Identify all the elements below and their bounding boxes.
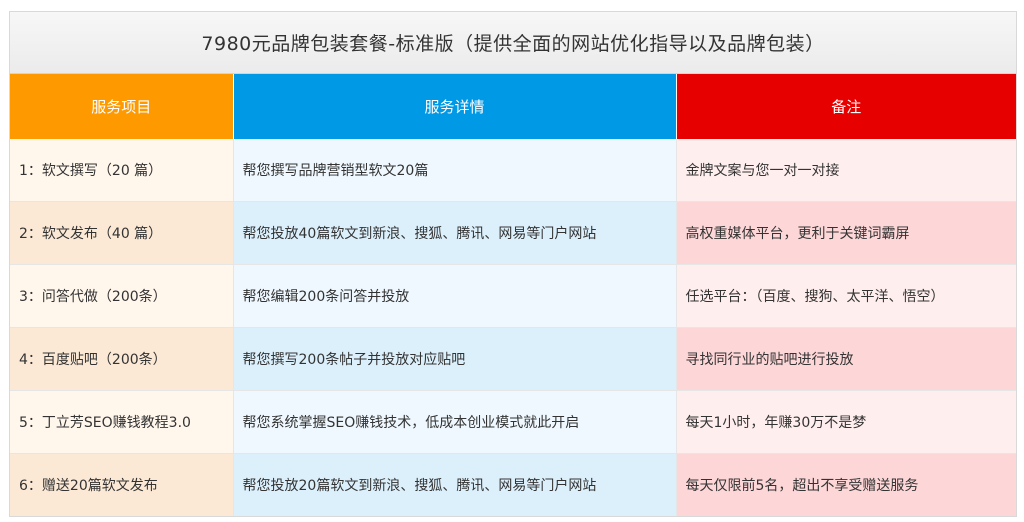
- package-table-container: 7980元品牌包装套餐-标准版（提供全面的网站优化指导以及品牌包装） 服务项目 …: [9, 11, 1017, 517]
- table-row: 4：百度贴吧（200条） 帮您撰写200条帖子并投放对应贴吧 寻找同行业的贴吧进…: [10, 327, 1016, 391]
- table-row: 5：丁立芳SEO赚钱教程3.0 帮您系统掌握SEO赚钱技术，低成本创业模式就此开…: [10, 390, 1016, 454]
- table-row: 6：赠送20篇软文发布 帮您投放20篇软文到新浪、搜狐、腾讯、网易等门户网站 每…: [10, 453, 1016, 516]
- remark-cell: 每天仅限前5名，超出不享受赠送服务: [676, 453, 1016, 516]
- remark-cell: 金牌文案与您一对一对接: [676, 139, 1016, 202]
- service-item-cell: 5：丁立芳SEO赚钱教程3.0: [10, 390, 234, 454]
- package-title: 7980元品牌包装套餐-标准版（提供全面的网站优化指导以及品牌包装）: [10, 12, 1016, 74]
- remark-cell: 每天1小时，年赚30万不是梦: [676, 390, 1016, 454]
- service-detail-cell: 帮您撰写200条帖子并投放对应贴吧: [233, 327, 677, 391]
- service-detail-cell: 帮您投放20篇软文到新浪、搜狐、腾讯、网易等门户网站: [233, 453, 677, 516]
- header-row: 服务项目 服务详情 备注: [10, 74, 1016, 139]
- remark-cell: 任选平台：（百度、搜狗、太平洋、悟空）: [676, 264, 1016, 328]
- table-row: 1：软文撰写（20 篇） 帮您撰写品牌营销型软文20篇 金牌文案与您一对一对接: [10, 139, 1016, 202]
- remark-cell: 寻找同行业的贴吧进行投放: [676, 327, 1016, 391]
- table-row: 2：软文发布（40 篇） 帮您投放40篇软文到新浪、搜狐、腾讯、网易等门户网站 …: [10, 201, 1016, 265]
- service-detail-cell: 帮您系统掌握SEO赚钱技术，低成本创业模式就此开启: [233, 390, 677, 454]
- service-detail-cell: 帮您投放40篇软文到新浪、搜狐、腾讯、网易等门户网站: [233, 201, 677, 265]
- service-table: 服务项目 服务详情 备注 1：软文撰写（20 篇） 帮您撰写品牌营销型软文20篇…: [10, 74, 1016, 516]
- header-service-detail: 服务详情: [233, 74, 677, 139]
- service-item-cell: 2：软文发布（40 篇）: [10, 201, 234, 265]
- header-service-item: 服务项目: [10, 74, 234, 139]
- table-row: 3：问答代做（200条） 帮您编辑200条问答并投放 任选平台：（百度、搜狗、太…: [10, 264, 1016, 328]
- service-item-cell: 4：百度贴吧（200条）: [10, 327, 234, 391]
- header-remark: 备注: [676, 74, 1016, 139]
- service-item-cell: 6：赠送20篇软文发布: [10, 453, 234, 516]
- service-detail-cell: 帮您编辑200条问答并投放: [233, 264, 677, 328]
- service-detail-cell: 帮您撰写品牌营销型软文20篇: [233, 139, 677, 202]
- service-item-cell: 3：问答代做（200条）: [10, 264, 234, 328]
- remark-cell: 高权重媒体平台，更利于关键词霸屏: [676, 201, 1016, 265]
- service-item-cell: 1：软文撰写（20 篇）: [10, 139, 234, 202]
